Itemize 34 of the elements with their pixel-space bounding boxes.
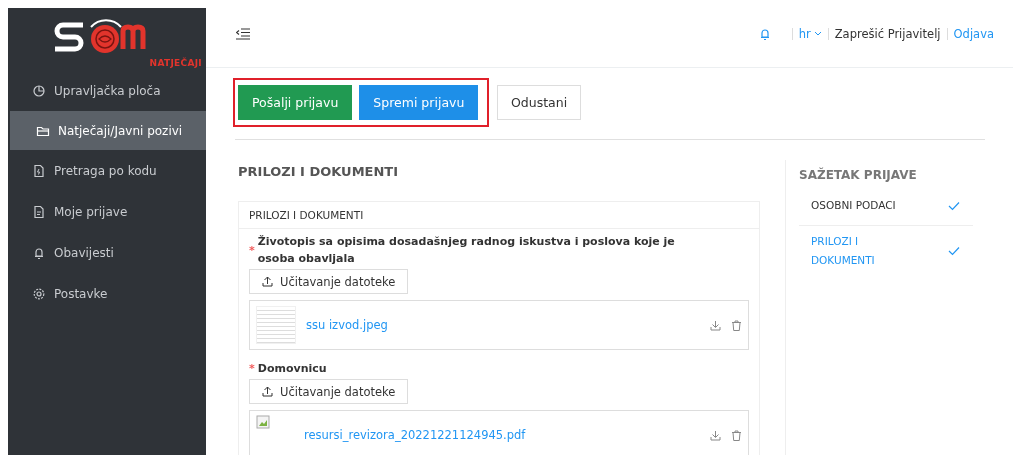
sidebar-item[interactable]: Moje prijave	[8, 191, 206, 232]
download-icon[interactable]	[710, 429, 721, 441]
user-name: Zaprešić Prijavitelj	[834, 26, 941, 41]
upload-button[interactable]: Učitavanje datoteke	[249, 269, 409, 294]
upload-icon	[262, 276, 273, 287]
broken-image-icon	[256, 415, 270, 429]
summary-item[interactable]: OSOBNI PODACI	[799, 196, 973, 225]
field-label: Domovnicu	[257, 361, 327, 377]
menu-icon[interactable]	[236, 27, 250, 40]
bell-icon	[32, 245, 46, 260]
required-mark: *	[249, 361, 255, 377]
send-button[interactable]: Pošalji prijavu	[238, 85, 353, 120]
upload-icon	[262, 386, 273, 397]
sidebar-item[interactable]: Upravljačka ploča	[8, 70, 206, 111]
section-title: PRILOZI I DOKUMENTI	[238, 164, 400, 179]
logo-text: NATJEČAJI	[149, 58, 202, 68]
settings-icon	[32, 286, 46, 301]
file-thumbnail	[256, 306, 296, 344]
caret-icon	[813, 30, 822, 37]
card-title: PRILOZI I DOKUMENTI	[239, 202, 759, 229]
sidebar-item[interactable]: Pretraga po kodu	[8, 150, 206, 191]
sidebar-item[interactable]: Postavke	[8, 273, 206, 314]
upload-button[interactable]: Učitavanje datoteke	[249, 379, 409, 404]
required-mark: *	[249, 242, 255, 259]
summary-title: SAŽETAK PRIJAVE	[799, 168, 918, 182]
sidebar-item[interactable]: Natječaji/Javni pozivi	[10, 111, 206, 150]
field-label: Životopis sa opisima dosadašnjeg radnog iskustva i poslova koje je osoba obavljala	[257, 234, 676, 267]
sidebar-item[interactable]: Obavijesti	[8, 232, 206, 273]
download-icon[interactable]	[710, 319, 721, 331]
file-icon	[32, 204, 46, 219]
trash-icon[interactable]	[731, 429, 742, 441]
trash-icon[interactable]	[731, 319, 742, 331]
cancel-button[interactable]: Odustani	[497, 85, 582, 120]
pie-icon	[32, 83, 46, 98]
